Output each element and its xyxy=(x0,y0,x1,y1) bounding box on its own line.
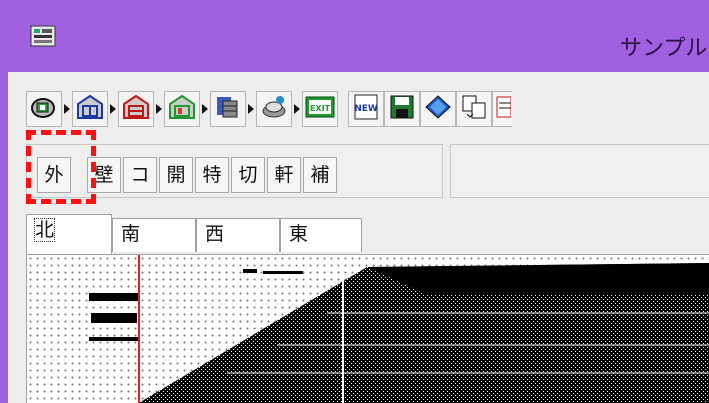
print-button[interactable] xyxy=(492,91,512,127)
roof-ridge xyxy=(367,263,709,295)
book-button[interactable] xyxy=(420,91,456,127)
copy-button[interactable] xyxy=(456,91,492,127)
corner-button[interactable]: コ xyxy=(123,157,157,193)
save-icon xyxy=(388,94,416,124)
elevation-canvas[interactable] xyxy=(26,254,709,403)
opening-button[interactable]: 開 xyxy=(159,157,193,193)
toolbar-empty-panel xyxy=(450,144,709,198)
book-icon xyxy=(424,94,452,124)
tab-south[interactable]: 南 xyxy=(112,218,196,252)
tab-east[interactable]: 東 xyxy=(280,218,362,252)
new-button[interactable]: NEW xyxy=(348,91,384,127)
site-plan-icon xyxy=(30,94,58,124)
new-icon: NEW xyxy=(352,94,380,124)
cut-button[interactable]: 切 xyxy=(231,157,265,193)
eaves-button[interactable]: 軒 xyxy=(267,157,301,193)
parts-toolbar: 外 壁 コ 開 特 切 軒 補 xyxy=(26,140,709,202)
exit-icon: EXIT xyxy=(305,94,335,124)
floor-plan-green-icon xyxy=(168,94,196,124)
site-plan-button[interactable] xyxy=(26,91,62,127)
window-title: サンプル xyxy=(620,36,708,61)
svg-text:NEW: NEW xyxy=(354,104,378,114)
special-button[interactable]: 特 xyxy=(195,157,229,193)
window-mark xyxy=(91,313,137,323)
tab-west[interactable]: 西 xyxy=(196,218,280,252)
flow-arrow-icon xyxy=(156,104,162,114)
copy-icon xyxy=(460,94,488,124)
window-mark xyxy=(89,337,139,341)
floor-plan-blue-icon xyxy=(76,94,104,124)
print-icon xyxy=(493,94,512,124)
flow-arrow-icon xyxy=(110,104,116,114)
ridge-mark xyxy=(243,269,257,273)
svg-text:EXIT: EXIT xyxy=(310,104,331,113)
floor-plan-red-icon xyxy=(122,94,150,124)
title-bar[interactable]: サンプル xyxy=(0,0,709,72)
app-building-icon[interactable] xyxy=(30,24,56,48)
app-window: サンプル EXIT NEW 外 壁 コ 開 特 切 軒 補 北 南 西 東 xyxy=(0,0,709,403)
ridge-mark xyxy=(263,271,303,274)
flow-arrow-icon xyxy=(202,104,208,114)
supplement-button[interactable]: 補 xyxy=(303,157,337,193)
tab-north[interactable]: 北 xyxy=(26,214,112,254)
window-mark xyxy=(89,293,139,301)
elevation-drawing xyxy=(89,255,709,403)
flow-arrow-icon xyxy=(248,104,254,114)
exit-button[interactable]: EXIT xyxy=(302,91,338,127)
elevation-tabs: 北 南 西 東 xyxy=(26,214,709,254)
render-icon xyxy=(260,94,288,124)
flow-arrow-icon xyxy=(294,104,300,114)
save-button[interactable] xyxy=(384,91,420,127)
main-toolbar: EXIT NEW xyxy=(26,86,512,132)
flow-arrow-icon xyxy=(64,104,70,114)
stairs-button[interactable] xyxy=(210,91,246,127)
window-frame-left xyxy=(0,72,8,403)
floor-plan-blue-button[interactable] xyxy=(72,91,108,127)
render-button[interactable] xyxy=(256,91,292,127)
highlight-box xyxy=(26,130,96,204)
stairs-icon xyxy=(214,94,242,124)
floor-plan-red-button[interactable] xyxy=(118,91,154,127)
floor-plan-green-button[interactable] xyxy=(164,91,200,127)
